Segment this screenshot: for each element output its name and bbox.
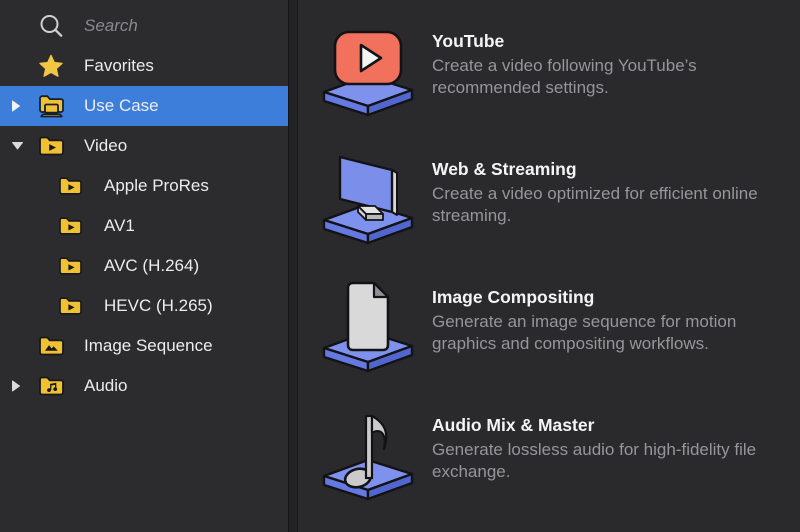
sidebar-item-favorites[interactable]: Favorites (0, 46, 288, 86)
monitor-platform-icon (318, 150, 418, 250)
folder-video-icon (58, 256, 83, 277)
search-icon (38, 13, 65, 40)
search-input[interactable] (84, 16, 264, 36)
sidebar-item-avc[interactable]: AVC (H.264) (0, 246, 288, 286)
document-platform-icon (318, 278, 418, 378)
folder-video-icon (58, 216, 83, 237)
folder-image-icon (38, 335, 65, 358)
sidebar-item-label: HEVC (H.265) (104, 296, 213, 316)
preset-description: Generate an image sequence for motion gr… (432, 311, 784, 355)
youtube-platform-icon (318, 22, 418, 122)
chevron-right-icon[interactable] (11, 380, 21, 393)
sidebar-item-use-case[interactable]: Use Case (0, 86, 288, 126)
star-icon (38, 54, 64, 79)
sidebar-item-av1[interactable]: AV1 (0, 206, 288, 246)
folder-video-icon (58, 176, 83, 197)
sidebar-item-label: Video (84, 136, 127, 156)
sidebar-item-label: Audio (84, 376, 127, 396)
preset-title: Web & Streaming (432, 159, 784, 180)
sidebar-item-apple-prores[interactable]: Apple ProRes (0, 166, 288, 206)
preset-description: Create a video following YouTube’s recom… (432, 55, 784, 99)
sidebar-item-audio[interactable]: Audio (0, 366, 288, 406)
sidebar-item-label: Image Sequence (84, 336, 213, 356)
folder-video-icon (38, 135, 65, 158)
preset-list: YouTube Create a video following YouTube… (298, 0, 800, 532)
preset-web-streaming[interactable]: Web & Streaming Create a video optimized… (318, 150, 800, 250)
sidebar-item-video[interactable]: Video (0, 126, 288, 166)
folder-laptop-icon (38, 94, 65, 119)
preset-description: Create a video optimized for efficient o… (432, 183, 784, 227)
sidebar: Favorites Use Case (0, 0, 288, 532)
search-field[interactable] (0, 6, 288, 46)
sidebar-item-label: Favorites (84, 56, 154, 76)
preset-image-compositing[interactable]: Image Compositing Generate an image sequ… (318, 278, 800, 378)
preset-audio-mix-master[interactable]: Audio Mix & Master Generate lossless aud… (318, 406, 800, 506)
sidebar-item-label: AV1 (104, 216, 135, 236)
sidebar-item-image-sequence[interactable]: Image Sequence (0, 326, 288, 366)
folder-audio-icon (38, 375, 65, 398)
chevron-right-icon[interactable] (11, 100, 21, 113)
sidebar-item-label: AVC (H.264) (104, 256, 199, 276)
preset-description: Generate lossless audio for high-fidelit… (432, 439, 784, 483)
sidebar-item-label: Use Case (84, 96, 159, 116)
note-platform-icon (318, 406, 418, 506)
chevron-down-icon[interactable] (11, 141, 24, 151)
split-divider[interactable] (288, 0, 298, 532)
preset-title: Image Compositing (432, 287, 784, 308)
preset-youtube[interactable]: YouTube Create a video following YouTube… (318, 22, 800, 122)
sidebar-item-hevc[interactable]: HEVC (H.265) (0, 286, 288, 326)
sidebar-item-label: Apple ProRes (104, 176, 209, 196)
folder-video-icon (58, 296, 83, 317)
preset-title: Audio Mix & Master (432, 415, 784, 436)
preset-title: YouTube (432, 31, 784, 52)
